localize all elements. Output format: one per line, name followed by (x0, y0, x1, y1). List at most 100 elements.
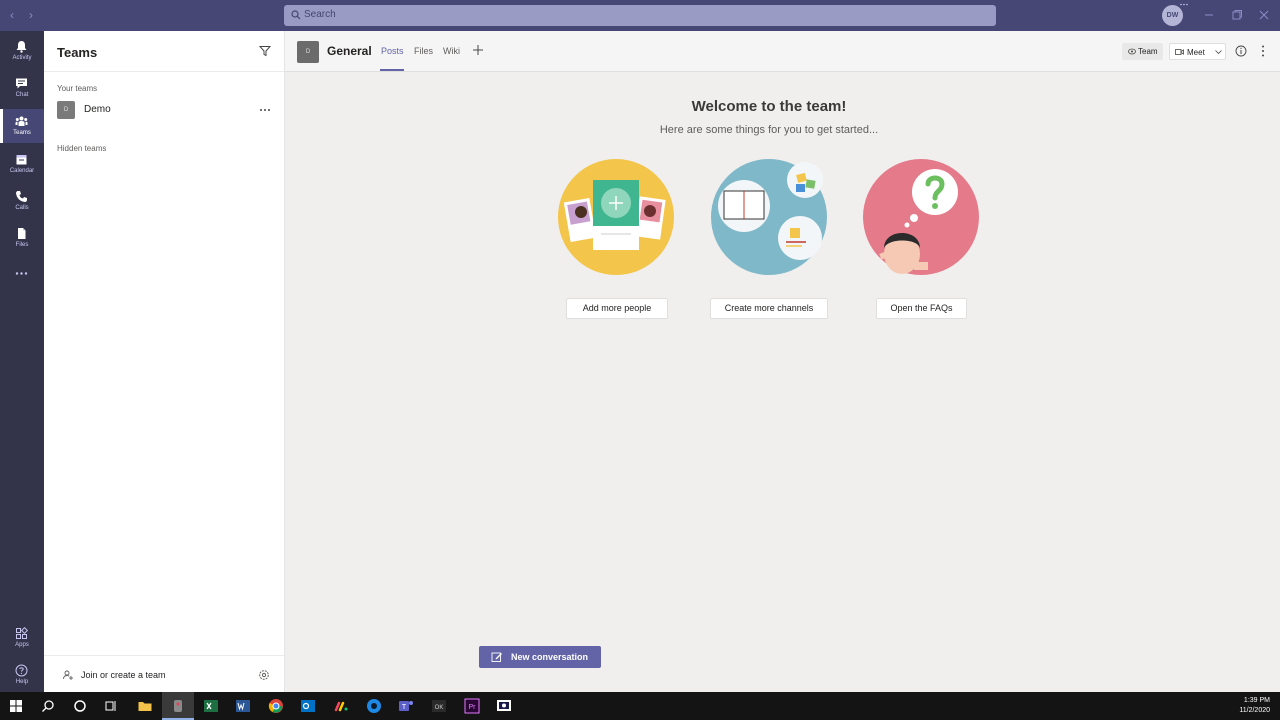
chrome-icon[interactable] (268, 698, 284, 714)
tab-wiki[interactable]: Wiki (443, 46, 460, 56)
welcome-title: Welcome to the team! (691, 98, 847, 115)
new-conversation-button[interactable]: New conversation (479, 646, 601, 668)
forward-arrow-icon[interactable]: › (24, 8, 38, 22)
appbar-item-apps[interactable]: Apps (0, 621, 44, 655)
cortana-icon[interactable] (72, 698, 88, 714)
hidden-teams-label[interactable]: Hidden teams (57, 144, 106, 153)
welcome-subtitle: Here are some things for you to get star… (659, 124, 879, 136)
help-icon (15, 664, 28, 677)
team-avatar: D (57, 101, 75, 119)
chat-icon (16, 78, 27, 89)
appbar-label: Files (15, 242, 29, 248)
meet-button-label: Meet (1187, 48, 1205, 57)
more-options-icon[interactable] (259, 105, 271, 115)
appbar-item-help[interactable]: Help (0, 658, 44, 692)
add-team-icon (63, 670, 73, 680)
task-view-icon[interactable] (103, 698, 119, 714)
appbar-item-teams[interactable]: Teams (0, 109, 44, 143)
appbar-label: Calls (15, 205, 29, 211)
join-create-team[interactable]: Join or create a team (44, 655, 284, 692)
appbar-label: Activity (12, 55, 32, 61)
more-options-icon[interactable] (1257, 44, 1269, 58)
bell-icon (16, 41, 27, 53)
appbar-item-activity[interactable]: Activity (0, 34, 44, 68)
filter-icon[interactable] (259, 45, 271, 57)
close-icon[interactable] (1257, 8, 1271, 22)
info-icon[interactable] (1235, 45, 1247, 57)
clock-time: 1:39 PM (1243, 697, 1270, 704)
recorder-app-icon[interactable] (170, 698, 186, 714)
system-clock[interactable]: 1:39 PM 11/2/2020 (1239, 696, 1270, 716)
add-more-people-button[interactable]: Add more people (566, 298, 668, 319)
channels-illustration (711, 159, 827, 275)
outlook-icon[interactable] (300, 698, 316, 714)
your-teams-label: Your teams (57, 84, 98, 93)
appbar-item-files[interactable]: Files (0, 221, 44, 255)
search-icon (291, 10, 301, 20)
file-icon (18, 228, 26, 239)
browser-app-icon[interactable] (366, 698, 382, 714)
tab-files[interactable]: Files (414, 46, 433, 56)
calendar-icon (16, 155, 27, 165)
compose-icon (491, 652, 502, 662)
appbar-label: Calendar (9, 168, 35, 174)
appbar-item-chat[interactable]: Chat (0, 71, 44, 105)
monday-app-icon[interactable] (333, 698, 349, 714)
open-faqs-button[interactable]: Open the FAQs (876, 298, 967, 319)
faq-question-illustration (863, 159, 979, 275)
team-button[interactable]: Team (1122, 43, 1163, 60)
search-input[interactable]: Search (284, 5, 996, 26)
appbar-item-more[interactable] (0, 257, 44, 291)
active-tab-indicator (380, 69, 404, 71)
gear-icon[interactable] (258, 669, 270, 681)
search-placeholder: Search (304, 9, 336, 20)
file-explorer-icon[interactable] (137, 698, 153, 714)
minimize-icon[interactable] (1202, 8, 1216, 22)
create-more-channels-button[interactable]: Create more channels (710, 298, 828, 319)
eye-icon (1128, 48, 1136, 55)
appbar-label: Teams (13, 130, 31, 136)
svg-text:OK: OK (435, 705, 444, 711)
pane-title: Teams (57, 45, 98, 60)
teams-icon (15, 116, 28, 126)
screen-capture-icon[interactable] (496, 698, 512, 714)
search-icon[interactable] (40, 698, 56, 714)
channel-content: Welcome to the team! Here are some thing… (285, 72, 1280, 692)
channel-title: General (327, 44, 372, 58)
team-button-label: Team (1138, 47, 1158, 56)
new-conversation-label: New conversation (511, 652, 589, 662)
excel-icon[interactable] (203, 698, 219, 714)
back-arrow-icon[interactable]: ‹ (5, 8, 19, 22)
video-camera-icon (1175, 49, 1184, 55)
premiere-icon[interactable]: Pr (464, 698, 480, 714)
appbar-label: Apps (15, 642, 29, 648)
appbar-label: Chat (15, 92, 29, 98)
teams-pane: Teams Your teams D Demo Hidden teams Joi… (44, 31, 285, 692)
add-tab-icon[interactable] (472, 44, 484, 56)
appbar-item-calendar[interactable]: Calendar (0, 147, 44, 181)
taskbar: T OK Pr 1:39 PM 11/2/2020 (0, 692, 1280, 720)
avatar[interactable]: DW (1162, 5, 1183, 26)
appbar-label: Help (15, 679, 29, 685)
appbar-item-calls[interactable]: Calls (0, 184, 44, 218)
title-bar: ‹ › Search DW (0, 0, 1280, 31)
channel-avatar: D (297, 41, 319, 63)
apps-icon (16, 627, 28, 639)
app-bar: Activity Chat Teams Calendar Calls Files… (0, 31, 44, 692)
meet-button[interactable]: Meet (1169, 43, 1226, 60)
people-cards-illustration (558, 159, 674, 275)
tab-posts[interactable]: Posts (381, 46, 404, 56)
windows-start-icon[interactable] (8, 698, 24, 714)
more-icon[interactable] (1180, 3, 1188, 6)
svg-text:T: T (402, 704, 407, 711)
chevron-down-icon[interactable] (1215, 50, 1222, 54)
teams-app-icon[interactable]: T (398, 698, 414, 714)
svg-text:Pr: Pr (469, 704, 477, 711)
channel-header: D General Posts Files Wiki Team Meet (285, 31, 1280, 72)
ok-app-icon[interactable]: OK (431, 698, 447, 714)
team-item-demo[interactable]: D Demo (44, 100, 284, 120)
restore-icon[interactable] (1230, 8, 1244, 22)
team-name: Demo (84, 104, 111, 115)
phone-icon (16, 191, 27, 202)
word-icon[interactable] (235, 698, 251, 714)
